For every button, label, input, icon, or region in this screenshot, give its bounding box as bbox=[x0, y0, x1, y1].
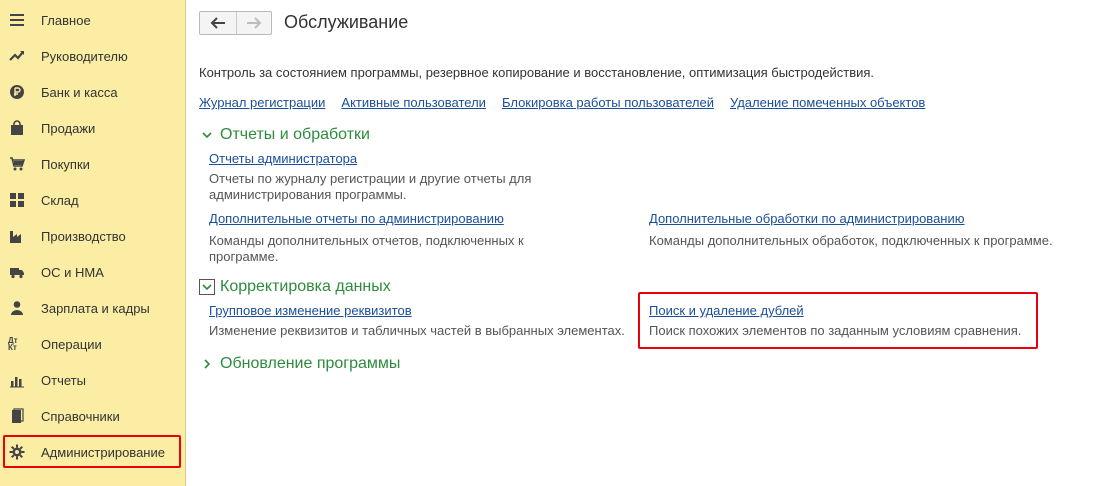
sidebar-item-label: Производство bbox=[41, 228, 126, 244]
link-additional-reports[interactable]: Дополнительные отчеты по администрирован… bbox=[209, 211, 504, 226]
item-description-line: администрирования программы. bbox=[209, 187, 407, 202]
sidebar-item-label: Отчеты bbox=[41, 372, 86, 388]
debit-credit-icon: Дт Кт bbox=[8, 335, 26, 353]
sidebar-item-purchases[interactable]: Покупки bbox=[0, 146, 186, 182]
sidebar-item-label: Операции bbox=[41, 336, 102, 352]
back-button[interactable] bbox=[200, 12, 236, 34]
section-title: Корректировка данных bbox=[220, 278, 391, 295]
debit-credit-glyph: Дт Кт bbox=[8, 336, 18, 352]
chevron-down-icon bbox=[199, 127, 215, 143]
item-description-line: Команды дополнительных отчетов, подключе… bbox=[209, 233, 524, 248]
link-additional-processing[interactable]: Дополнительные обработки по администриро… bbox=[649, 211, 965, 226]
item-description: Отчеты по журналу регистрации и другие о… bbox=[209, 171, 531, 203]
sidebar-item-sales[interactable]: Продажи bbox=[0, 110, 186, 146]
sidebar-item-label: Справочники bbox=[41, 408, 120, 424]
sidebar-item-main[interactable]: Главное bbox=[0, 2, 186, 38]
sidebar-item-label: Зарплата и кадры bbox=[41, 300, 150, 316]
link-admin-reports[interactable]: Отчеты администратора bbox=[209, 151, 357, 166]
sidebar-item-bank[interactable]: Банк и касса bbox=[0, 74, 186, 110]
item-description: Команды дополнительных отчетов, подключе… bbox=[209, 233, 524, 265]
sidebar-item-label: Покупки bbox=[41, 156, 90, 172]
cart-icon bbox=[8, 155, 26, 173]
item-description: Изменение реквизитов и табличных частей … bbox=[209, 323, 625, 339]
link-delete-marked[interactable]: Удаление помеченных объектов bbox=[730, 95, 925, 110]
highlight-duplicates-frame bbox=[638, 292, 1038, 349]
sidebar-item-label: Руководителю bbox=[41, 48, 128, 64]
sidebar-item-warehouse[interactable]: Склад bbox=[0, 182, 186, 218]
item-description: Поиск похожих элементов по заданным усло… bbox=[649, 323, 1021, 339]
sidebar-item-payroll[interactable]: Зарплата и кадры bbox=[0, 290, 186, 326]
sidebar-item-label: Главное bbox=[41, 12, 91, 28]
forward-button[interactable] bbox=[235, 12, 272, 34]
item-description: Команды дополнительных обработок, подклю… bbox=[649, 233, 1053, 249]
sidebar-item-administration[interactable]: Администрирование bbox=[0, 434, 186, 470]
sidebar-item-label: ОС и НМА bbox=[41, 264, 104, 280]
nav-buttons bbox=[199, 11, 272, 35]
item-description-line: Поиск похожих элементов по заданным усло… bbox=[649, 323, 1022, 338]
sidebar-item-production[interactable]: Производство bbox=[0, 218, 186, 254]
sidebar-item-reports[interactable]: Отчеты bbox=[0, 362, 186, 398]
sidebar-item-label: Склад bbox=[41, 192, 79, 208]
sidebar-item-label: Администрирование bbox=[41, 444, 165, 460]
chevron-down-icon bbox=[199, 279, 215, 295]
item-description-line: Изменение реквизитов и табличных частей … bbox=[209, 323, 625, 338]
bar-chart-icon bbox=[8, 371, 26, 389]
sidebar-item-operations[interactable]: Дт Кт Операции bbox=[0, 326, 186, 362]
gear-icon bbox=[8, 443, 26, 461]
factory-icon bbox=[8, 227, 26, 245]
chevron-right-icon bbox=[199, 356, 215, 372]
page-description: Контроль за состоянием программы, резерв… bbox=[199, 65, 875, 80]
person-icon bbox=[8, 299, 26, 317]
top-links: Журнал регистрации Активные пользователи… bbox=[199, 95, 925, 110]
ruble-icon bbox=[8, 83, 26, 101]
link-find-duplicates[interactable]: Поиск и удаление дублей bbox=[649, 303, 804, 318]
link-event-log[interactable]: Журнал регистрации bbox=[199, 95, 325, 110]
sidebar-item-director[interactable]: Руководителю bbox=[0, 38, 186, 74]
sidebar-item-label: Банк и касса bbox=[41, 84, 118, 100]
arrow-right-icon bbox=[246, 17, 262, 29]
link-group-change[interactable]: Групповое изменение реквизитов bbox=[209, 303, 412, 318]
truck-icon bbox=[8, 263, 26, 281]
item-description-line: программе. bbox=[209, 249, 279, 264]
books-icon bbox=[8, 407, 26, 425]
section-reports-header[interactable]: Отчеты и обработки bbox=[199, 126, 370, 144]
section-update-header[interactable]: Обновление программы bbox=[199, 355, 400, 373]
menu-icon bbox=[8, 11, 26, 29]
section-title: Отчеты и обработки bbox=[220, 126, 370, 143]
warehouse-grid-icon bbox=[8, 191, 26, 209]
link-active-users[interactable]: Активные пользователи bbox=[341, 95, 486, 110]
sidebar: Главное Руководителю Банк и касса Продаж… bbox=[0, 0, 186, 486]
item-description-line: Отчеты по журналу регистрации и другие о… bbox=[209, 171, 532, 186]
sidebar-item-label: Продажи bbox=[41, 120, 96, 136]
sidebar-item-directories[interactable]: Справочники bbox=[0, 398, 186, 434]
link-block-users[interactable]: Блокировка работы пользователей bbox=[502, 95, 714, 110]
shopping-bag-icon bbox=[8, 119, 26, 137]
section-correction-header[interactable]: Корректировка данных bbox=[199, 278, 391, 296]
arrow-left-icon bbox=[210, 17, 225, 29]
trend-icon bbox=[8, 47, 26, 65]
page-title: Обслуживание bbox=[284, 12, 409, 32]
sidebar-item-fixed-assets[interactable]: ОС и НМА bbox=[0, 254, 186, 290]
item-description-line: Команды дополнительных обработок, подклю… bbox=[649, 233, 1053, 248]
section-title: Обновление программы bbox=[220, 355, 401, 372]
